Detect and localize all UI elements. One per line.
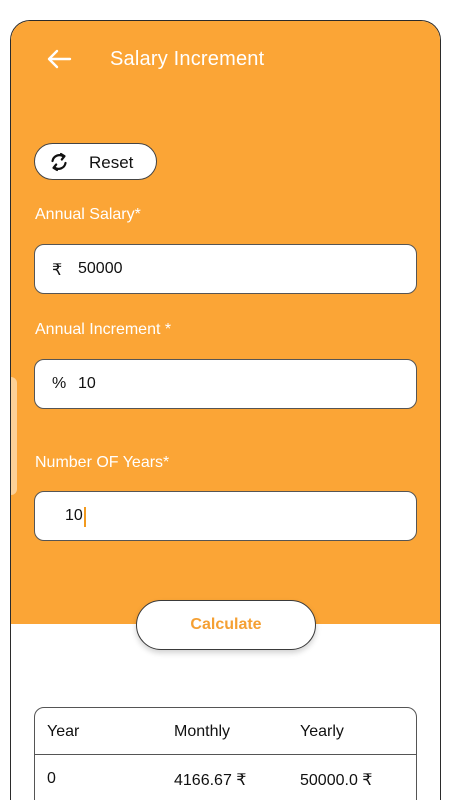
header-yearly: Yearly (300, 723, 344, 740)
annual-increment-input[interactable]: % 10 (34, 359, 417, 409)
annual-increment-label: Annual Increment * (35, 321, 172, 338)
percent-prefix: % (52, 375, 67, 392)
back-button[interactable] (45, 47, 73, 71)
calculate-button[interactable]: Calculate (136, 600, 316, 650)
annual-increment-value: 10 (78, 375, 96, 392)
page-title: Salary Increment (110, 48, 265, 70)
cell-monthly: 4166.67 ₹ (174, 772, 247, 789)
number-of-years-input[interactable]: 10 (34, 491, 417, 541)
cell-yearly: 50000.0 ₹ (300, 772, 373, 789)
number-of-years-label: Number OF Years* (35, 454, 170, 471)
annual-salary-input[interactable]: ₹ 50000 (34, 244, 417, 294)
header-monthly: Monthly (174, 723, 231, 740)
number-of-years-value: 10 (65, 507, 83, 524)
annual-salary-value: 50000 (78, 260, 123, 277)
table-row: 0 4166.67 ₹ 50000.0 ₹ (35, 755, 416, 800)
results-table: Year Monthly Yearly 0 4166.67 ₹ 50000.0 … (34, 707, 417, 800)
phone-screen: Salary Increment Reset Annual Salary* ₹ … (10, 20, 441, 800)
refresh-icon (51, 152, 67, 172)
arrow-left-icon (47, 49, 72, 69)
annual-salary-label: Annual Salary* (35, 206, 141, 223)
side-drawer-handle[interactable] (11, 377, 17, 495)
reset-button[interactable]: Reset (34, 143, 157, 180)
table-header: Year Monthly Yearly (35, 708, 416, 755)
reset-label: Reset (89, 153, 134, 172)
text-caret (84, 507, 86, 527)
rupee-prefix: ₹ (52, 262, 63, 279)
header-year: Year (47, 723, 80, 740)
calculate-label: Calculate (190, 616, 262, 633)
app-bar: Salary Increment (11, 21, 440, 101)
cell-year: 0 (47, 770, 56, 787)
